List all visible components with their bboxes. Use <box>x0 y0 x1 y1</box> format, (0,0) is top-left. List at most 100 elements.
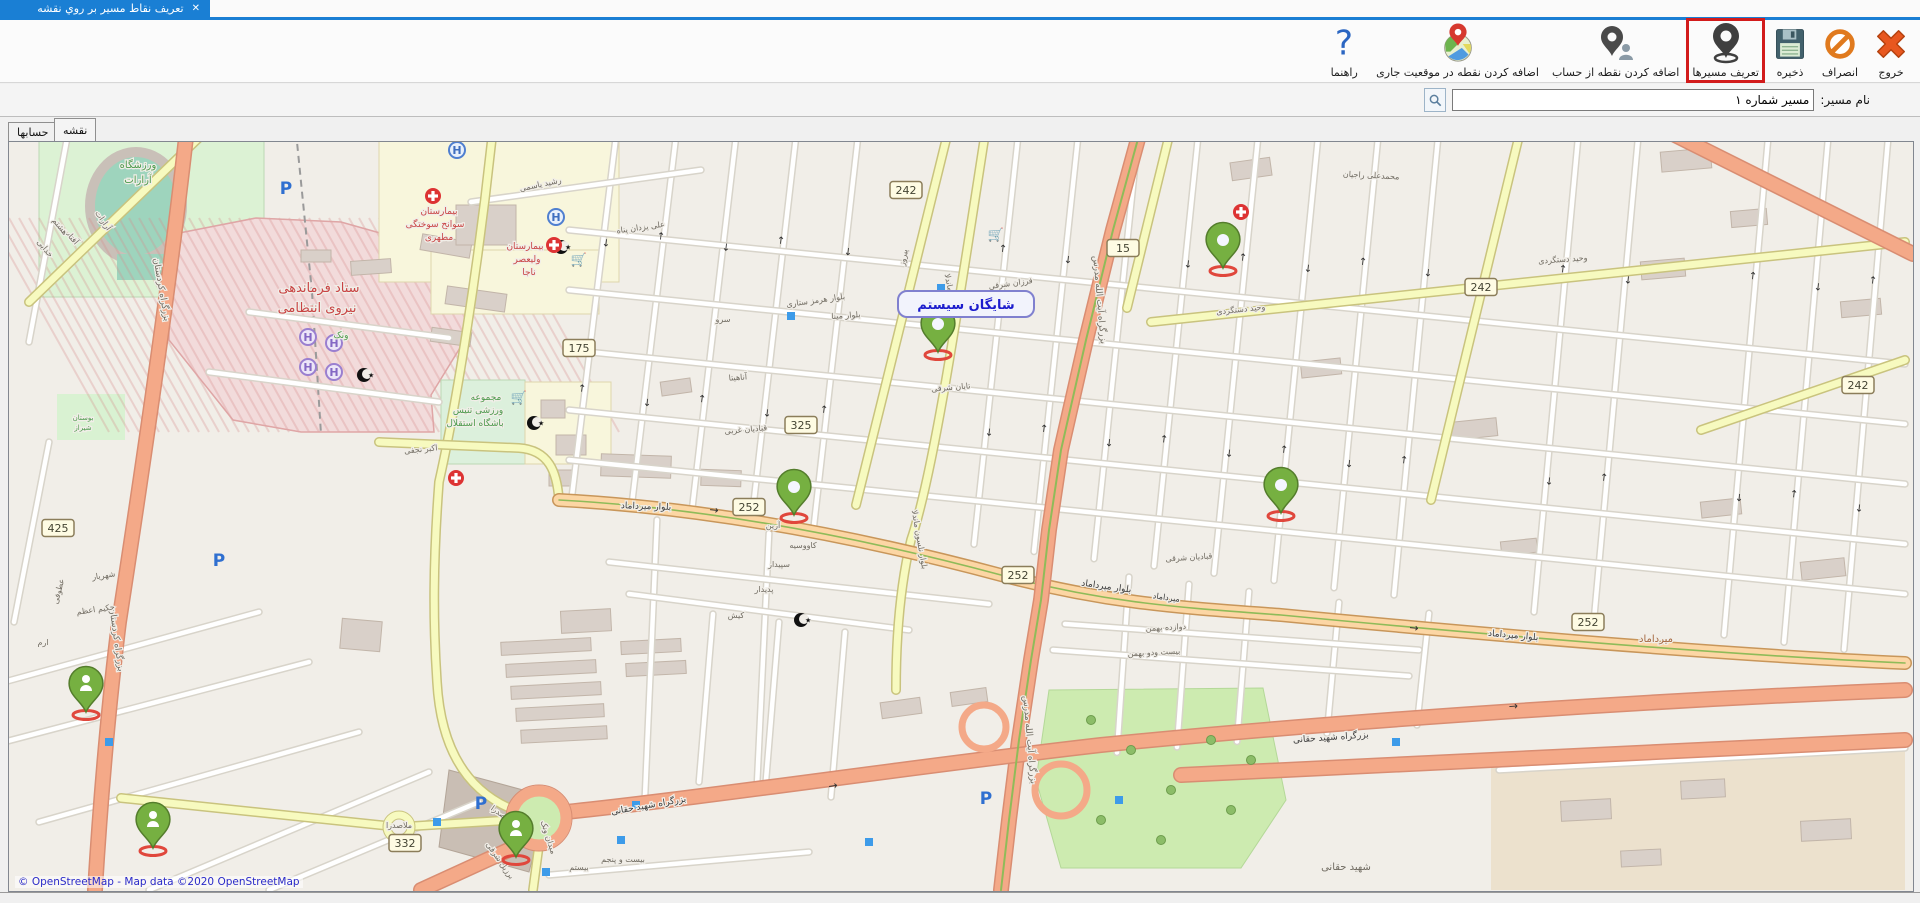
define-routes-label: تعریف مسیرها <box>1692 66 1759 79</box>
help-icon: ? <box>1325 22 1363 66</box>
svg-text:→: → <box>1811 282 1823 292</box>
road-shield: 252 <box>733 499 765 516</box>
poi-bluesq <box>433 818 441 826</box>
help-label: راهنما <box>1331 66 1358 79</box>
cancel-button[interactable]: انصراف <box>1819 22 1861 79</box>
svg-text:332: 332 <box>395 837 416 850</box>
add-point-current-position-button[interactable]: اضافه کردن نقطه در موقعیت جاری <box>1374 22 1541 79</box>
close-icon[interactable]: ✕ <box>192 3 200 14</box>
svg-text:→: → <box>1399 455 1411 465</box>
street-label: کاووسیه <box>789 541 817 550</box>
road-shield: 15 <box>1107 240 1139 257</box>
svg-text:→: → <box>819 404 831 414</box>
poi-helipad: H <box>300 359 316 375</box>
poi-cart: 🛒 <box>988 227 1004 243</box>
svg-text:P: P <box>980 789 992 809</box>
svg-text:→: → <box>1238 252 1250 262</box>
map-panel: →→→→→→→→→→→→→→→→→→→→→→→→→→→→→→→→→→→→→→→→… <box>8 141 1914 892</box>
svg-text:→: → <box>1061 255 1073 265</box>
document-tab[interactable]: ✕ تعریف نقاط مسیر بر روي نقشه <box>0 0 210 17</box>
road-shield: 425 <box>42 520 74 537</box>
callout-text: شایگان سیستم <box>917 297 1014 313</box>
svg-text:→: → <box>1621 275 1633 285</box>
street-label: ورزشگاه <box>120 159 157 171</box>
poi-redcross <box>546 237 562 253</box>
poi-cart: 🛒 <box>511 390 527 406</box>
define-routes-button[interactable]: تعریف مسیرها <box>1690 22 1761 79</box>
road-shield: 242 <box>1465 279 1497 296</box>
svg-text:★: ★ <box>565 244 571 252</box>
add-point-current-position-label: اضافه کردن نقطه در موقعیت جاری <box>1376 66 1539 79</box>
svg-text:→: → <box>983 427 995 437</box>
route-name-row: نام مسیر: <box>0 84 1920 117</box>
search-icon <box>1429 94 1442 107</box>
svg-text:★: ★ <box>805 617 811 625</box>
road-shield: 242 <box>890 182 922 199</box>
svg-text:→: → <box>1181 259 1193 269</box>
road-shield: 252 <box>1572 614 1604 631</box>
svg-text:→: → <box>1223 448 1235 458</box>
tab-accounts[interactable]: حسابها <box>8 122 57 141</box>
save-button[interactable]: ذخیره <box>1770 22 1810 79</box>
toolbar: خروج انصراف ذخیره تعریف مسیرها اضافه کرد… <box>0 20 1920 83</box>
account-pin[interactable] <box>136 803 170 856</box>
add-point-from-account-button[interactable]: اضافه کردن نقطه از حساب <box>1550 22 1681 79</box>
svg-text:252: 252 <box>1578 616 1599 629</box>
search-button[interactable] <box>1424 88 1446 112</box>
svg-text:175: 175 <box>569 342 590 355</box>
svg-text:15: 15 <box>1116 242 1130 255</box>
svg-text:H: H <box>303 331 312 344</box>
svg-text:242: 242 <box>1471 281 1492 294</box>
exit-label: خروج <box>1878 66 1903 79</box>
route-point-pin[interactable] <box>1206 223 1240 276</box>
svg-text:→: → <box>1301 263 1313 273</box>
account-pin[interactable] <box>69 667 103 720</box>
window-titlebar: ✕ تعریف نقاط مسیر بر روي نقشه <box>0 0 1920 20</box>
svg-text:🛒: 🛒 <box>511 390 527 406</box>
poi-redcross <box>425 188 441 204</box>
street-label: ملاصدرا <box>386 821 412 830</box>
svg-text:→: → <box>697 394 709 404</box>
svg-text:→: → <box>1421 268 1433 278</box>
road-shield: 325 <box>785 417 817 434</box>
svg-text:→: → <box>1733 493 1745 503</box>
svg-text:★: ★ <box>368 372 374 380</box>
account-pin[interactable] <box>499 812 533 865</box>
street-label: پدیدار <box>754 585 774 594</box>
street-label: مجموعه <box>471 393 502 403</box>
road-shield: 175 <box>563 340 595 357</box>
svg-text:→: → <box>1103 438 1115 448</box>
svg-text:425: 425 <box>48 522 69 535</box>
street-label: بوستان <box>73 414 94 422</box>
map-canvas[interactable]: →→→→→→→→→→→→→→→→→→→→→→→→→→→→→→→→→→→→→→→→… <box>9 142 1913 891</box>
pin-person-icon <box>1594 22 1638 66</box>
help-button[interactable]: ? راهنما <box>1323 22 1365 79</box>
street-label: آناهیتا <box>728 371 748 382</box>
svg-text:?: ? <box>1335 24 1353 63</box>
street-label: کیش <box>728 611 745 620</box>
exit-button[interactable]: خروج <box>1870 22 1912 79</box>
svg-text:→: → <box>656 231 668 241</box>
svg-text:252: 252 <box>739 501 760 514</box>
svg-text:242: 242 <box>1848 379 1869 392</box>
street-label: نیروی انتظامی <box>278 301 357 316</box>
svg-text:→: → <box>841 247 853 257</box>
svg-text:→: → <box>1508 699 1518 713</box>
street-label: باشگاه استقلال <box>446 417 503 429</box>
route-name-input[interactable] <box>1452 89 1814 111</box>
route-point-pin[interactable] <box>777 470 811 523</box>
route-point-pin[interactable] <box>1264 468 1298 521</box>
poi-bluesq <box>542 868 550 876</box>
svg-text:→: → <box>998 244 1010 254</box>
poi-cart: 🛒 <box>571 252 587 268</box>
poi-helipad: H <box>300 329 316 345</box>
street-label: ارم <box>37 638 48 647</box>
poi-hotel: H <box>449 142 465 158</box>
street-label: آرارات <box>124 173 153 186</box>
tab-strip: حسابها نقشه <box>0 118 1920 141</box>
svg-text:H: H <box>452 144 461 157</box>
exit-icon <box>1872 22 1910 66</box>
tab-map[interactable]: نقشه <box>54 118 96 141</box>
status-strip <box>0 892 1920 903</box>
svg-text:252: 252 <box>1008 569 1029 582</box>
